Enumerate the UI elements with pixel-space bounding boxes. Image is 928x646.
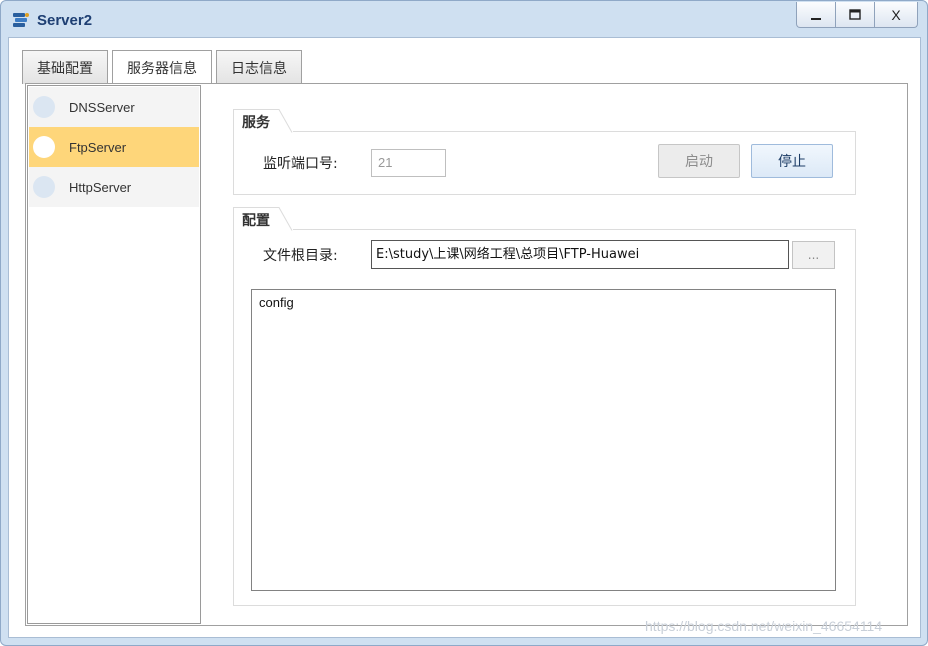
close-button[interactable]: X — [874, 2, 918, 28]
server-status-icon — [33, 136, 55, 158]
server-status-icon — [33, 176, 55, 198]
root-dir-label: 文件根目录: — [263, 248, 338, 264]
minimize-icon — [811, 17, 821, 20]
client-area: 基础配置 服务器信息 日志信息 DNSServer FtpServer Http… — [8, 37, 921, 638]
file-list-item[interactable]: config — [259, 295, 294, 310]
window-controls: X — [796, 2, 918, 28]
server-status-icon — [33, 96, 55, 118]
group-tab-corner — [275, 207, 293, 231]
title-bar[interactable]: Server2 X — [1, 1, 927, 37]
tab-server-info[interactable]: 服务器信息 — [112, 50, 212, 85]
window-title: Server2 — [37, 12, 93, 29]
maximize-icon — [849, 8, 861, 20]
stop-button[interactable]: 停止 — [751, 144, 833, 178]
server-list: DNSServer FtpServer HttpServer — [27, 85, 201, 624]
root-dir-input[interactable]: E:\study\上课\网络工程\总项目\FTP-Huawei — [371, 240, 789, 269]
watermark-text: https://blog.csdn.net/weixin_46654114 — [645, 618, 883, 634]
server-item-dns[interactable]: DNSServer — [29, 87, 199, 127]
minimize-button[interactable] — [796, 2, 836, 28]
tab-log-info[interactable]: 日志信息 — [216, 50, 302, 84]
port-label: 监听端口号: — [263, 156, 338, 172]
tab-strip: 基础配置 服务器信息 日志信息 — [22, 50, 306, 85]
server-item-label: HttpServer — [69, 179, 132, 195]
group-tab-corner — [275, 109, 293, 133]
server-item-http[interactable]: HttpServer — [29, 167, 199, 207]
server-item-label: FtpServer — [69, 139, 127, 155]
maximize-button[interactable] — [835, 2, 875, 28]
app-window: Server2 X 基础配置 服务器信息 日志信息 DNSServer FtpS… — [0, 0, 928, 646]
file-list[interactable]: config — [251, 289, 836, 591]
browse-button[interactable]: ... — [792, 241, 835, 269]
start-button[interactable]: 启动 — [658, 144, 740, 178]
port-input[interactable]: 21 — [371, 149, 446, 177]
tab-basic-config[interactable]: 基础配置 — [22, 50, 108, 84]
server-app-icon — [13, 13, 29, 27]
server-item-ftp[interactable]: FtpServer — [29, 127, 199, 167]
server-info-panel: DNSServer FtpServer HttpServer 服务 监听端口号: — [25, 83, 908, 626]
server-item-label: DNSServer — [69, 99, 135, 115]
